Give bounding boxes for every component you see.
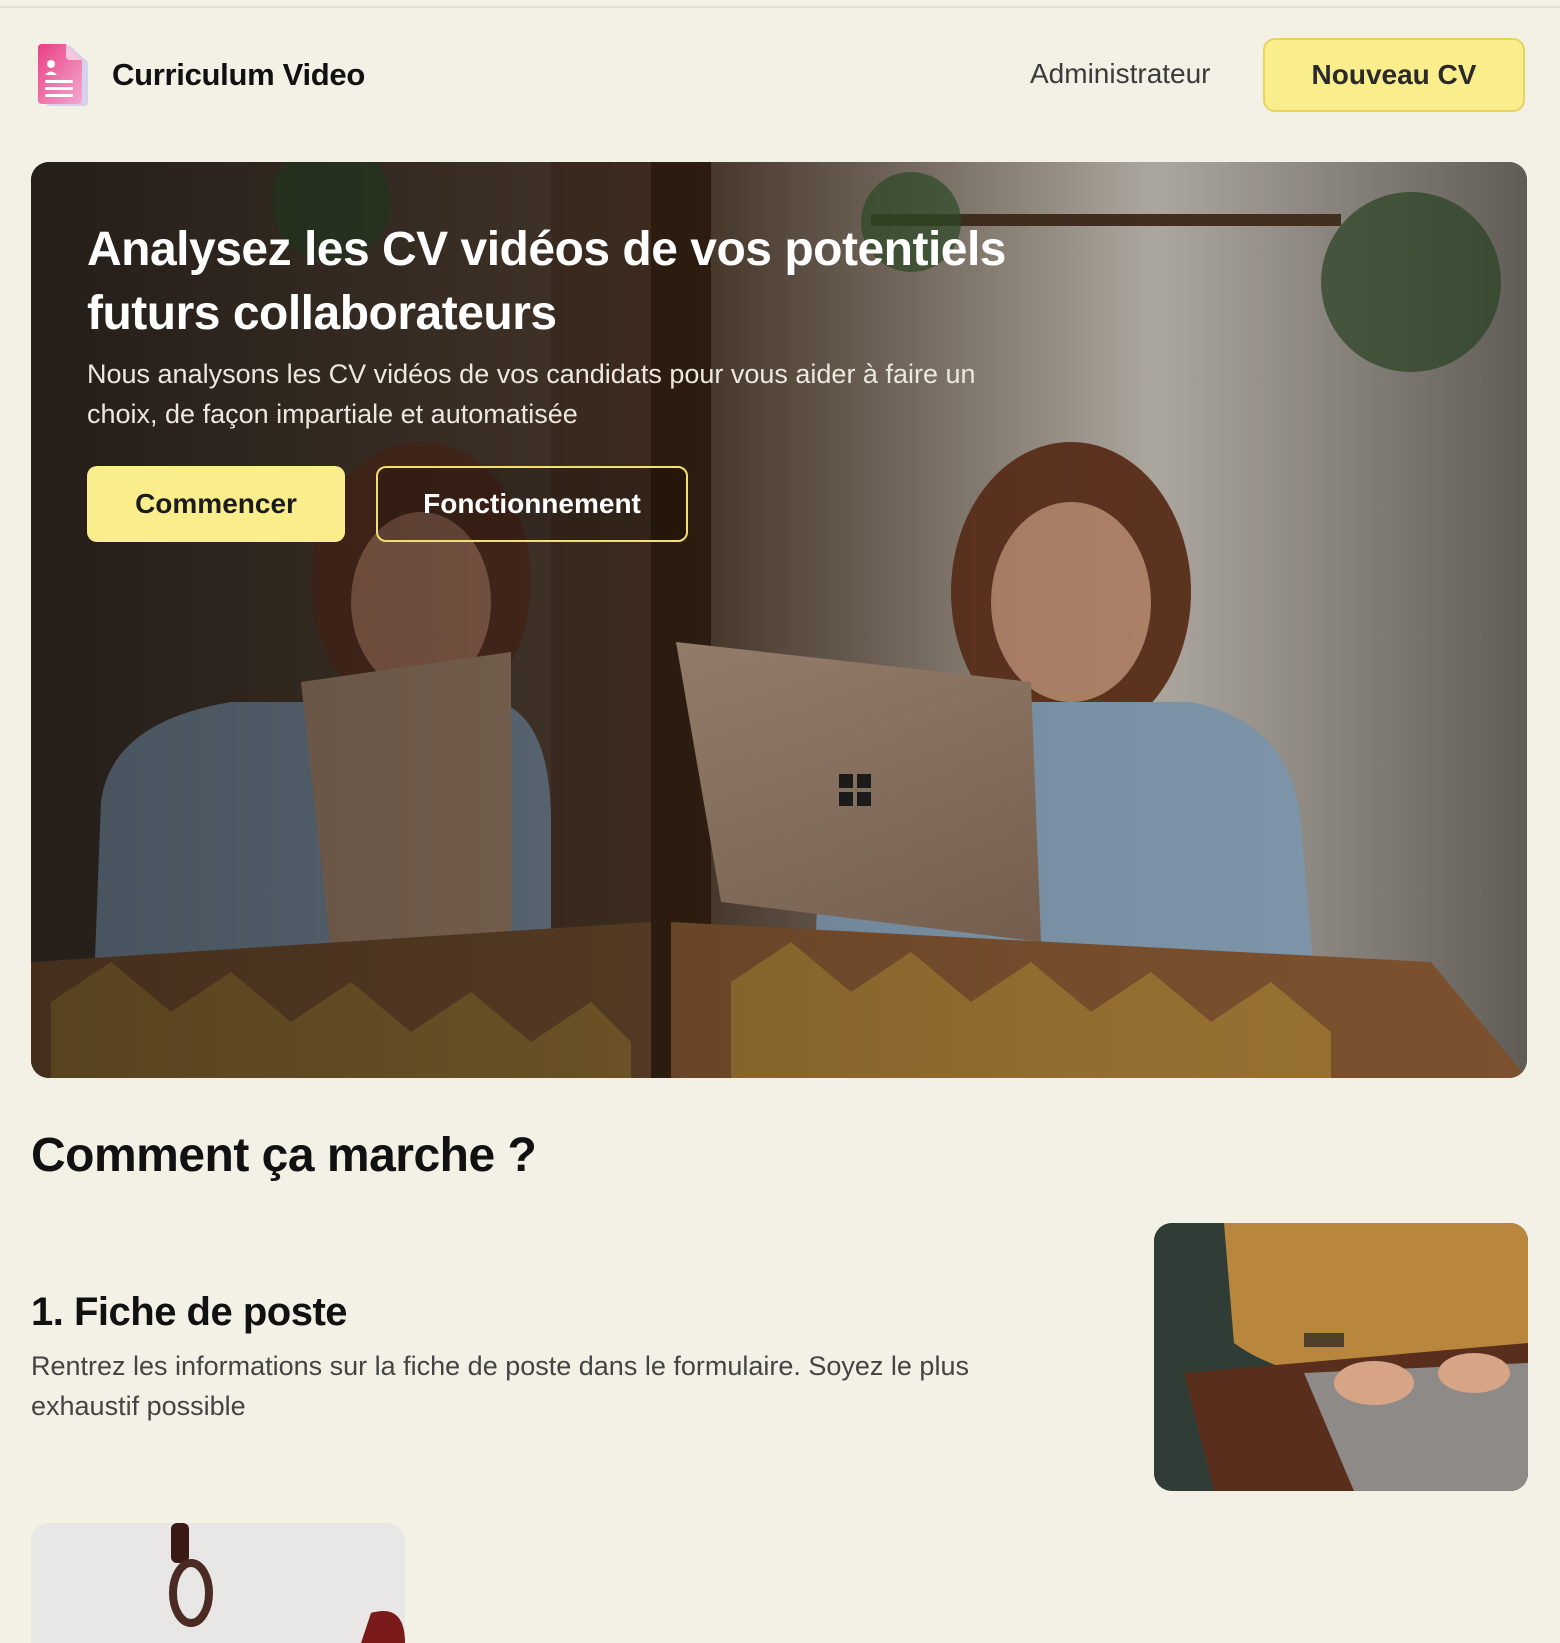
start-button[interactable]: Commencer (87, 466, 345, 542)
step-image-chain (31, 1523, 405, 1643)
hero-title: Analysez les CV vidéos de vos potentiels… (87, 223, 1007, 340)
brand-name: Curriculum Video (112, 57, 366, 92)
chain-photo (31, 1523, 405, 1643)
how-it-works-title: Comment ça marche ? (31, 1129, 537, 1182)
brand[interactable]: Curriculum Video (36, 42, 365, 108)
site-header: Curriculum Video Administrateur Nouveau … (0, 0, 1560, 150)
hero-banner: Analysez les CV vidéos de vos potentiels… (31, 162, 1527, 1078)
step-title: 1. Fiche de poste (31, 1290, 348, 1334)
document-person-icon (38, 44, 88, 106)
new-cv-button[interactable]: Nouveau CV (1263, 38, 1525, 112)
step-image-typing (1154, 1223, 1528, 1491)
hero-subtitle: Nous analysons les CV vidéos de vos cand… (87, 359, 976, 429)
step-description: Rentrez les informations sur la fiche de… (31, 1351, 969, 1421)
typing-photo (1154, 1223, 1528, 1491)
admin-link[interactable]: Administrateur (1030, 58, 1211, 90)
how-it-works-button[interactable]: Fonctionnement (376, 466, 688, 542)
